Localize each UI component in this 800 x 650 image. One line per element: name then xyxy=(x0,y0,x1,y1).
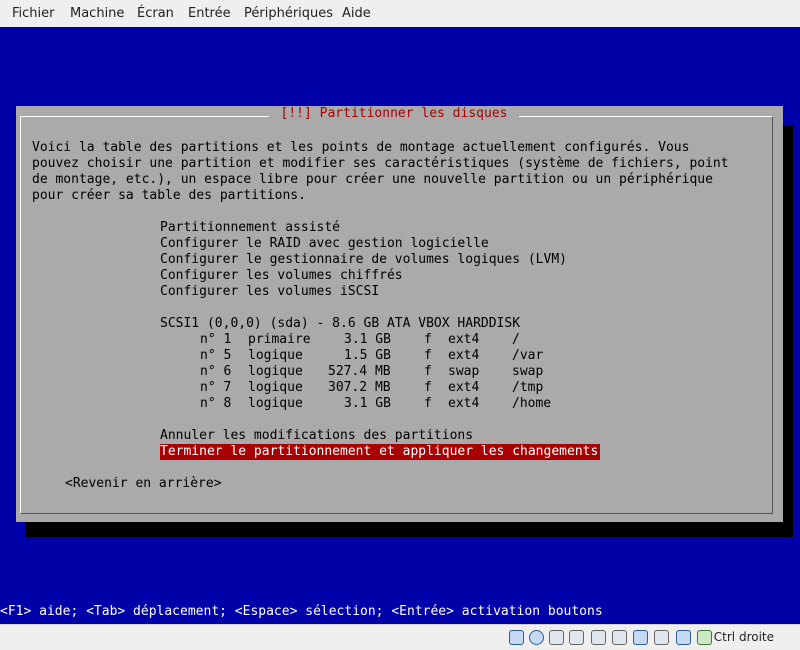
mouse-integration-icon[interactable] xyxy=(697,630,712,645)
partition-fs: ext4 xyxy=(448,396,480,411)
partition-number: n° 8 xyxy=(200,396,232,411)
intro-line-3: de montage, etc.), un espace libre pour … xyxy=(32,172,713,187)
partition-flag: f xyxy=(424,348,432,363)
intro-line-1: Voici la table des partitions et les poi… xyxy=(32,140,690,155)
partition-number: n° 7 xyxy=(200,380,232,395)
menu-machine[interactable]: Machine xyxy=(70,6,124,21)
partition-size: 1.5 GB xyxy=(344,348,391,363)
intro-line-2: pouvez choisir une partition et modifier… xyxy=(32,156,729,171)
partition-mount: swap xyxy=(512,364,544,379)
dialog-title: [!!] Partitionner les disques xyxy=(269,106,519,122)
partition-row[interactable]: n° 6 logique 527.4 MB f swap swap xyxy=(160,364,580,380)
cpu-icon[interactable] xyxy=(676,630,691,645)
vm-menubar: Fichier Machine Écran Entrée Périphériqu… xyxy=(0,0,800,28)
audio-icon[interactable] xyxy=(549,630,564,645)
go-back-button[interactable]: <Revenir en arrière> xyxy=(65,476,222,492)
partition-size: 3.1 GB xyxy=(344,396,391,411)
partition-flag: f xyxy=(424,396,432,411)
usb-icon[interactable] xyxy=(591,630,606,645)
partition-mount: /home xyxy=(512,396,552,411)
partition-row[interactable]: n° 7 logique 307.2 MB f ext4 /tmp xyxy=(160,380,580,396)
partition-number: n° 5 xyxy=(200,348,232,363)
optical-drive-icon[interactable] xyxy=(529,630,544,645)
menu-entree[interactable]: Entrée xyxy=(188,6,231,21)
partition-dialog: [!!] Partitionner les disques Voici la t… xyxy=(16,106,783,522)
option-guided-partitioning[interactable]: Partitionnement assisté xyxy=(160,220,340,236)
partition-fs: ext4 xyxy=(448,348,480,363)
partition-flag: f xyxy=(424,380,432,395)
partition-fs: ext4 xyxy=(448,332,480,347)
installer-help-line: <F1> aide; <Tab> déplacement; <Espace> s… xyxy=(0,604,603,619)
shared-folders-icon[interactable] xyxy=(612,630,627,645)
partition-mount: /var xyxy=(512,348,544,363)
menu-peripheriques[interactable]: Périphériques xyxy=(244,6,333,21)
partition-size: 307.2 MB xyxy=(328,380,391,395)
disk-entry[interactable]: SCSI1 (0,0,0) (sda) - 8.6 GB ATA VBOX HA… xyxy=(160,316,520,332)
partition-number: n° 1 xyxy=(200,332,232,347)
partition-flag: f xyxy=(424,364,432,379)
partition-size: 3.1 GB xyxy=(344,332,391,347)
option-software-raid[interactable]: Configurer le RAID avec gestion logiciel… xyxy=(160,236,489,252)
partition-type: primaire xyxy=(248,332,311,347)
option-lvm[interactable]: Configurer le gestionnaire de volumes lo… xyxy=(160,252,567,268)
guest-screen: [!!] Partitionner les disques Voici la t… xyxy=(0,27,800,624)
undo-changes-option[interactable]: Annuler les modifications des partitions xyxy=(160,428,473,444)
partition-flag: f xyxy=(424,332,432,347)
partition-row[interactable]: n° 1 primaire 3.1 GB f ext4 / xyxy=(160,332,580,348)
intro-line-4: pour créer sa table des partitions. xyxy=(32,188,306,203)
partition-fs: swap xyxy=(448,364,480,379)
menu-aide[interactable]: Aide xyxy=(342,6,371,21)
partition-size: 527.4 MB xyxy=(328,364,391,379)
menu-fichier[interactable]: Fichier xyxy=(12,6,55,21)
finish-partitioning-option[interactable]: Terminer le partitionnement et appliquer… xyxy=(160,444,601,460)
partition-type: logique xyxy=(248,364,303,379)
partition-mount: / xyxy=(512,332,520,347)
vm-statusbar: Ctrl droite xyxy=(0,624,800,650)
partition-fs: ext4 xyxy=(448,380,480,395)
partition-number: n° 6 xyxy=(200,364,232,379)
partition-type: logique xyxy=(248,396,303,411)
partition-row[interactable]: n° 5 logique 1.5 GB f ext4 /var xyxy=(160,348,580,364)
host-key-label: Ctrl droite xyxy=(713,630,774,644)
option-encrypted-volumes[interactable]: Configurer les volumes chiffrés xyxy=(160,268,403,284)
hard-disk-icon[interactable] xyxy=(509,630,524,645)
partition-row[interactable]: n° 8 logique 3.1 GB f ext4 /home xyxy=(160,396,580,412)
option-iscsi[interactable]: Configurer les volumes iSCSI xyxy=(160,284,379,300)
menu-ecran[interactable]: Écran xyxy=(137,6,174,21)
video-capture-icon[interactable] xyxy=(654,630,669,645)
partition-mount: /tmp xyxy=(512,380,544,395)
display-icon[interactable] xyxy=(633,630,648,645)
network-icon[interactable] xyxy=(569,630,584,645)
partition-type: logique xyxy=(248,348,303,363)
partition-type: logique xyxy=(248,380,303,395)
